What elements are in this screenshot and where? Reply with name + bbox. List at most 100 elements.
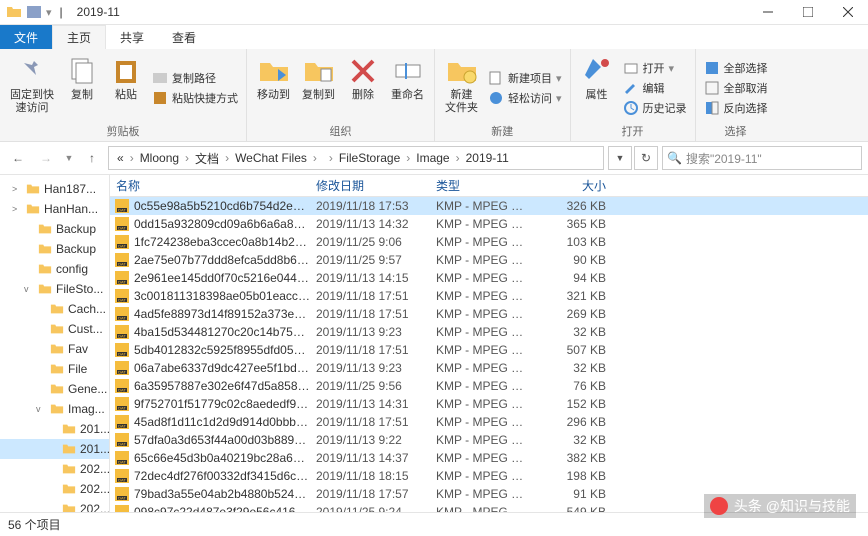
minimize-button[interactable]	[748, 0, 788, 25]
breadcrumb-seg[interactable]: «	[113, 151, 128, 165]
table-row[interactable]: DAT3c001811318398ae05b01eacc3c060f...201…	[110, 287, 868, 305]
file-rows[interactable]: DAT0c55e98a5b5210cd6b754d2e1fbe85...2019…	[110, 197, 868, 512]
file-size: 32 KB	[530, 433, 618, 447]
newfolder-button[interactable]: 新建 文件夹	[441, 53, 482, 123]
delete-button[interactable]: 删除	[343, 53, 383, 123]
breadcrumb-chevron-icon[interactable]: ›	[311, 151, 319, 165]
tab-file[interactable]: 文件	[0, 25, 52, 49]
breadcrumb-seg[interactable]: 文档	[191, 150, 223, 167]
properties-button[interactable]: 属性	[577, 53, 617, 123]
sidebar-item[interactable]: vFileSto...	[0, 279, 109, 299]
sidebar-item[interactable]: Cust...	[0, 319, 109, 339]
breadcrumb-seg[interactable]: Mloong	[136, 151, 183, 165]
breadcrumb-chevron-icon[interactable]: ›	[404, 151, 412, 165]
table-row[interactable]: DAT0dd15a932809cd09a6b6a6a8c92c73...2019…	[110, 215, 868, 233]
address-bar[interactable]: «›Mloong›文档›WeChat Files››FileStorage›Im…	[108, 146, 604, 170]
back-button[interactable]: ←	[6, 146, 30, 170]
table-row[interactable]: DAT45ad8f1d11c1d2d9d914d0bbb62be3...2019…	[110, 413, 868, 431]
table-row[interactable]: DAT65c66e45d3b0a40219bc28a622c753...2019…	[110, 449, 868, 467]
sidebar-item[interactable]: >HanHan...	[0, 199, 109, 219]
breadcrumb-chevron-icon[interactable]: ›	[223, 151, 231, 165]
rename-button[interactable]: 重命名	[387, 53, 428, 123]
file-name: 72dec4df276f00332df3415d6c2804b...	[134, 469, 310, 483]
table-row[interactable]: DAT4ad5fe88973d14f89152a373eb82031...201…	[110, 305, 868, 323]
breadcrumb-chevron-icon[interactable]: ›	[128, 151, 136, 165]
col-size[interactable]: 大小	[530, 177, 618, 194]
breadcrumb-seg[interactable]: WeChat Files	[231, 151, 311, 165]
column-headers[interactable]: 名称 修改日期 类型 大小	[110, 175, 868, 197]
sidebar-item[interactable]: >Han187...	[0, 179, 109, 199]
sidebar-item[interactable]: Backup	[0, 239, 109, 259]
content: >Han187...>HanHan...BackupBackupconfigvF…	[0, 175, 868, 512]
addr-dropdown[interactable]: ▼	[608, 146, 632, 170]
pin-button[interactable]: 固定到快 速访问	[6, 53, 58, 123]
sidebar-item[interactable]: 201...	[0, 439, 109, 459]
maximize-button[interactable]	[788, 0, 828, 25]
sidebar-item[interactable]: vImag...	[0, 399, 109, 419]
tab-view[interactable]: 查看	[158, 25, 210, 49]
moveto-button[interactable]: 移动到	[253, 53, 294, 123]
sidebar-item[interactable]: 202...	[0, 499, 109, 512]
breadcrumb-seg[interactable]: FileStorage	[335, 151, 404, 165]
qat-icon[interactable]	[26, 4, 42, 20]
sidebar-item[interactable]: Cach...	[0, 299, 109, 319]
search-input[interactable]: 🔍 搜索"2019-11"	[662, 146, 862, 170]
col-type[interactable]: 类型	[430, 177, 530, 194]
refresh-button[interactable]: ↻	[634, 146, 658, 170]
table-row[interactable]: DAT5db4012832c5925f8955dfd055c2e55...201…	[110, 341, 868, 359]
table-row[interactable]: DAT06a7abe6337d9dc427ee5f1bd78e33...2019…	[110, 359, 868, 377]
forward-button[interactable]: →	[34, 146, 58, 170]
sidebar-item[interactable]: 202...	[0, 479, 109, 499]
file-type: KMP - MPEG M...	[430, 271, 530, 285]
paste-shortcut-button[interactable]: 粘贴快捷方式	[150, 89, 240, 107]
sidebar-item[interactable]: config	[0, 259, 109, 279]
sidebar-item[interactable]: File	[0, 359, 109, 379]
sidebar-item[interactable]: 201...	[0, 419, 109, 439]
invert-button[interactable]: 反向选择	[702, 99, 770, 117]
sidebar-item[interactable]: 202...	[0, 459, 109, 479]
selectnone-button[interactable]: 全部取消	[702, 79, 770, 97]
easyaccess-button[interactable]: 轻松访问▾	[486, 89, 564, 107]
open-button[interactable]: 打开▾	[621, 59, 689, 77]
sidebar-item[interactable]: Backup	[0, 219, 109, 239]
close-button[interactable]	[828, 0, 868, 25]
breadcrumb-seg[interactable]: 2019-11	[462, 151, 513, 165]
file-name: 4ba15d534481270c20c14b7587cda6...	[134, 325, 310, 339]
up-button[interactable]: ↑	[80, 146, 104, 170]
tab-home[interactable]: 主页	[52, 25, 106, 49]
tree-chevron-icon[interactable]: >	[12, 204, 22, 214]
paste-button[interactable]: 粘贴	[106, 53, 146, 123]
tree-chevron-icon[interactable]: v	[24, 284, 34, 294]
copy-path-button[interactable]: 复制路径	[150, 69, 240, 87]
edit-button[interactable]: 编辑	[621, 79, 689, 97]
sidebar-item[interactable]: Gene...	[0, 379, 109, 399]
table-row[interactable]: DAT2ae75e07b77ddd8efca5dd8b6954fd...2019…	[110, 251, 868, 269]
sidebar[interactable]: >Han187...>HanHan...BackupBackupconfigvF…	[0, 175, 110, 512]
table-row[interactable]: DAT2e961ee145dd0f70c5216e044a3681d...201…	[110, 269, 868, 287]
table-row[interactable]: DAT0c55e98a5b5210cd6b754d2e1fbe85...2019…	[110, 197, 868, 215]
file-icon: DAT	[114, 288, 130, 304]
svg-text:DAT: DAT	[118, 478, 126, 483]
table-row[interactable]: DAT9f752701f51779c02c8aededf979e0f7...20…	[110, 395, 868, 413]
col-date[interactable]: 修改日期	[310, 177, 430, 194]
breadcrumb-chevron-icon[interactable]: ›	[183, 151, 191, 165]
selectall-button[interactable]: 全部选择	[702, 59, 770, 77]
table-row[interactable]: DAT4ba15d534481270c20c14b7587cda6...2019…	[110, 323, 868, 341]
sidebar-item[interactable]: Fav	[0, 339, 109, 359]
tree-chevron-icon[interactable]: v	[36, 404, 46, 414]
copy-button[interactable]: 复制	[62, 53, 102, 123]
table-row[interactable]: DAT57dfa0a3d653f44a00d03b8897a7997...201…	[110, 431, 868, 449]
breadcrumb-chevron-icon[interactable]: ›	[327, 151, 335, 165]
table-row[interactable]: DAT72dec4df276f00332df3415d6c2804b...201…	[110, 467, 868, 485]
copyto-button[interactable]: 复制到	[298, 53, 339, 123]
tree-chevron-icon[interactable]: >	[12, 184, 22, 194]
breadcrumb-chevron-icon[interactable]: ›	[454, 151, 462, 165]
newitem-button[interactable]: 新建项目▾	[486, 69, 564, 87]
table-row[interactable]: DAT1fc724238eba3ccec0a8b14b22b6aa3...201…	[110, 233, 868, 251]
breadcrumb-seg[interactable]: Image	[412, 151, 453, 165]
table-row[interactable]: DAT6a35957887e302e6f47d5a858c0ca8d...201…	[110, 377, 868, 395]
tab-share[interactable]: 共享	[106, 25, 158, 49]
col-name[interactable]: 名称	[110, 177, 310, 194]
recent-button[interactable]: ▼	[62, 146, 76, 170]
history-button[interactable]: 历史记录	[621, 99, 689, 117]
